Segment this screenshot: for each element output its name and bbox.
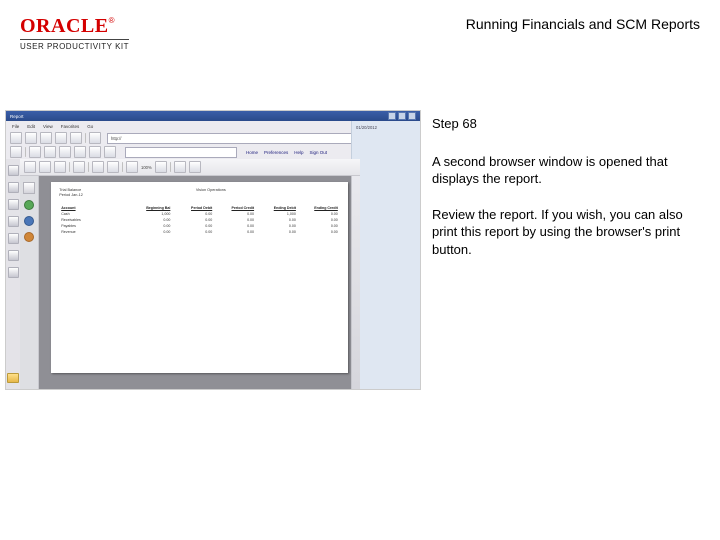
instruction-panel: Step 68 A second browser window is opene… [432, 115, 692, 276]
home-icon[interactable] [10, 146, 22, 158]
toolbar-separator [85, 133, 86, 143]
embedded-screenshot: Report File Edit View Favorites Go http:… [5, 110, 421, 390]
forward-button[interactable] [25, 132, 37, 144]
zoom-level: 100% [141, 165, 152, 170]
report-period: Period Jan-12 [59, 193, 83, 198]
rail-icon[interactable] [8, 182, 19, 193]
bookmark-icon[interactable] [24, 200, 34, 210]
pdf-sidebar [20, 176, 39, 389]
linkbar-item[interactable]: Sign Out [310, 150, 328, 155]
rail-icon[interactable] [8, 165, 19, 176]
table-row: Revenue0.000.000.000.000.00 [59, 229, 340, 235]
linkbar-item[interactable]: Preferences [264, 150, 288, 155]
menu-item[interactable]: Go [87, 124, 93, 129]
bookmark-icon[interactable] [24, 232, 34, 242]
oracle-logo-block: ORACLE® USER PRODUCTIVITY KIT [20, 16, 129, 51]
rail-icon[interactable] [8, 233, 19, 244]
zoom-out-icon[interactable] [126, 161, 138, 173]
fit-width-icon[interactable] [174, 161, 186, 173]
toolbar-separator [69, 162, 70, 172]
instruction-paragraph: A second browser window is opened that d… [432, 153, 692, 188]
close-button[interactable] [408, 112, 416, 120]
oracle-tm: ® [109, 16, 115, 25]
step-label: Step 68 [432, 115, 692, 133]
toolbar-separator [25, 147, 26, 157]
start-folder-icon[interactable] [7, 373, 19, 383]
stop-button[interactable] [40, 132, 52, 144]
print-icon[interactable] [39, 161, 51, 173]
bookmark-icon[interactable] [24, 216, 34, 226]
menu-item[interactable]: File [12, 124, 19, 129]
minimize-button[interactable] [388, 112, 396, 120]
background-pane: 01/20/2012 [351, 121, 420, 389]
report-table: Account Beginning Bal Period Debit Perio… [59, 205, 340, 235]
back-button[interactable] [10, 132, 22, 144]
thumbnails-icon[interactable] [23, 182, 35, 194]
document-title: Running Financials and SCM Reports [466, 16, 700, 32]
report-company: Vision Operations [196, 188, 226, 193]
tool-icon[interactable] [44, 146, 56, 158]
linkbar-item[interactable]: Home [246, 150, 258, 155]
menu-item[interactable]: Favorites [61, 124, 80, 129]
rail-icon[interactable] [8, 250, 19, 261]
date-label: 01/20/2012 [356, 125, 416, 130]
zoom-in-icon[interactable] [155, 161, 167, 173]
refresh-button[interactable] [55, 132, 67, 144]
linkbar-item[interactable]: Help [294, 150, 303, 155]
upk-subbrand: USER PRODUCTIVITY KIT [20, 39, 129, 51]
taskbar-rail [6, 159, 21, 389]
print-button[interactable] [89, 132, 101, 144]
toolbar-separator [170, 162, 171, 172]
hand-tool-icon[interactable] [92, 161, 104, 173]
report-page: Trial Balance Period Jan-12 Vision Opera… [51, 182, 348, 373]
tool-icon[interactable] [89, 146, 101, 158]
pdf-viewer: 100% Trial Balance Period Jan-12 [20, 159, 360, 389]
tool-icon[interactable] [74, 146, 86, 158]
maximize-button[interactable] [398, 112, 406, 120]
instruction-paragraph: Review the report. If you wish, you can … [432, 206, 692, 259]
rail-icon[interactable] [8, 216, 19, 227]
tool-icon[interactable] [104, 146, 116, 158]
home-button[interactable] [70, 132, 82, 144]
menu-item[interactable]: Edit [27, 124, 35, 129]
browser-title: Report [10, 114, 24, 119]
search-input[interactable] [125, 147, 237, 158]
browser-titlebar: Report [6, 111, 420, 121]
toolbar-separator [88, 162, 89, 172]
fit-page-icon[interactable] [189, 161, 201, 173]
find-icon[interactable] [73, 161, 85, 173]
tool-icon[interactable] [59, 146, 71, 158]
toolbar-separator [122, 162, 123, 172]
menu-item[interactable]: View [43, 124, 53, 129]
email-icon[interactable] [54, 161, 66, 173]
favorites-icon[interactable] [29, 146, 41, 158]
app-linkbar: Home Preferences Help Sign Out [246, 150, 327, 155]
pdf-canvas[interactable]: Trial Balance Period Jan-12 Vision Opera… [39, 176, 360, 389]
rail-icon[interactable] [8, 267, 19, 278]
rail-icon[interactable] [8, 199, 19, 210]
save-icon[interactable] [24, 161, 36, 173]
pdf-toolbar: 100% [20, 159, 360, 176]
oracle-logo: ORACLE [20, 15, 109, 37]
select-tool-icon[interactable] [107, 161, 119, 173]
